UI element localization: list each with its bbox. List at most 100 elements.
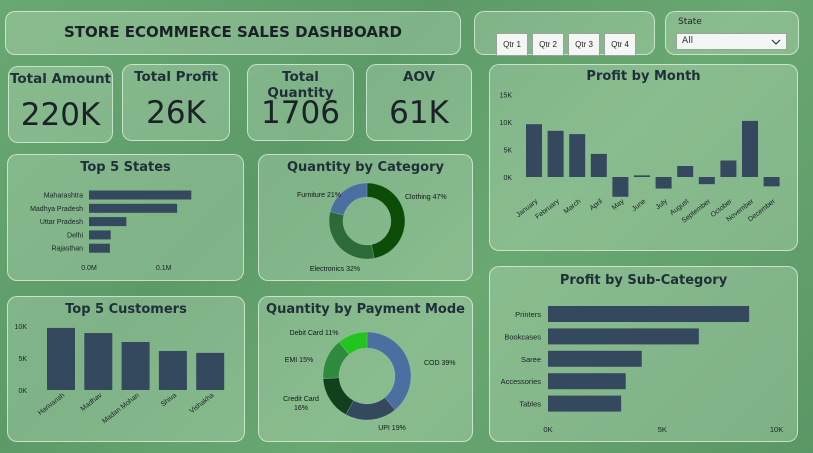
slice-label: Furniture 21%: [297, 192, 341, 199]
kpi-label: Total Amount: [9, 71, 112, 87]
y-tick-label: 5K: [18, 356, 27, 363]
slice-label: Electronics 32%: [310, 266, 360, 273]
slice-label: EMI 15%: [285, 357, 313, 364]
bar: [89, 217, 127, 227]
slice-label: COD 39%: [424, 360, 456, 367]
bar: [84, 333, 113, 390]
category-label: Maharashtra: [44, 193, 83, 200]
top-customers-chart: 0K 5K 10K Harivansh MadhavMadan Mohan Shiva Vi…: [15, 324, 225, 425]
category-label: Madhya Pradesh: [30, 206, 83, 213]
category-label: Harivansh: [37, 392, 66, 417]
y-tick-label: 15K: [500, 93, 513, 100]
state-dropdown[interactable]: All: [676, 33, 787, 50]
slice-label: Debit Card 11%: [290, 330, 339, 337]
month-label: April: [589, 198, 605, 212]
category-label: Printers: [515, 310, 541, 319]
donut-slice: [366, 331, 412, 411]
qtr1-button[interactable]: Qtr 1: [496, 33, 528, 56]
slice-label: Credit Card 16%: [283, 396, 319, 412]
qty-payment-chart: COD 39% UPI 19% Credit Card 16% EMI 15% Debit…: [283, 330, 456, 432]
category-label: Uttar Pradesh: [40, 219, 83, 226]
bar: [634, 175, 650, 177]
qty-category-chart: Clothing 47% Electronics 32% Furniture 21%: [297, 182, 447, 273]
category-label: Madan Mohan: [101, 392, 141, 425]
month-label: July: [655, 198, 670, 211]
qty-payment-card: Quantity by Payment Mode COD 39% UPI 19% C…: [258, 296, 473, 442]
bar: [677, 166, 694, 177]
state-label: State: [678, 17, 702, 27]
bar: [590, 153, 607, 177]
y-tick-label: 10K: [500, 120, 513, 127]
kpi-total-amount: Total Amount 220K: [8, 66, 113, 143]
dashboard-title: STORE ECOMMERCE SALES DASHBOARD: [64, 23, 402, 41]
bar: [698, 177, 715, 185]
month-label: February: [534, 198, 561, 221]
bar: [526, 124, 542, 177]
profit-month-card: Profit by Month 0K 5K 10K 15K January Februar…: [489, 64, 798, 251]
x-tick-label: 5K: [658, 425, 667, 434]
qtr3-button[interactable]: Qtr 3: [568, 33, 600, 56]
chevron-down-icon: [771, 39, 781, 45]
bar: [121, 342, 150, 390]
qtr4-button[interactable]: Qtr 4: [604, 33, 636, 56]
bar: [548, 373, 626, 390]
profit-month-chart: 0K5K10K15KJanuaryFebruary March April May Ju…: [500, 93, 780, 225]
slice-label: Clothing 47%: [405, 194, 447, 201]
x-tick-label: 0K: [543, 425, 552, 434]
qtr2-button[interactable]: Qtr 2: [532, 33, 564, 56]
qty-category-card: Quantity by Category Clothing 47% Electro…: [258, 154, 473, 281]
state-dropdown-value: All: [682, 36, 694, 46]
state-slicer: State All: [665, 11, 799, 55]
top-customers-card: Top 5 Customers 0K 5K 10K Harivansh Madhav Ma…: [7, 296, 245, 442]
bar: [720, 160, 737, 177]
quarter-slicer: Qtr 1 Qtr 2 Qtr 3 Qtr 4: [474, 11, 655, 56]
y-tick-label: 0K: [503, 175, 512, 182]
bar: [548, 328, 699, 345]
month-label: March: [563, 198, 583, 216]
donut-slice: [366, 182, 406, 259]
donut-slice: [329, 182, 368, 216]
title-card: STORE ECOMMERCE SALES DASHBOARD: [5, 11, 461, 55]
category-label: Vishakha: [189, 392, 216, 415]
bar: [47, 327, 75, 390]
bar: [548, 395, 622, 412]
donut-slice: [328, 211, 375, 260]
bar: [89, 190, 192, 200]
x-tick-label: 10K: [770, 425, 783, 434]
bar: [548, 350, 642, 367]
bar: [547, 130, 564, 177]
kpi-label: AOV: [402, 69, 435, 85]
category-label: Saree: [521, 355, 541, 364]
kpi-value: 220K: [20, 97, 101, 133]
bar: [89, 203, 178, 213]
category-label: Rajasthan: [51, 246, 83, 253]
kpi-value: 61K: [389, 95, 449, 131]
bar: [612, 177, 629, 197]
y-tick-label: 5K: [503, 148, 512, 155]
bar: [196, 352, 225, 390]
x-tick-label: 0.0M: [81, 265, 97, 272]
category-label: Madhav: [80, 392, 104, 413]
kpi-total-profit: Total Profit 26K: [122, 64, 230, 141]
month-label: May: [611, 198, 626, 212]
category-label: Delhi: [67, 232, 83, 239]
bar: [763, 177, 780, 187]
top-states-card: Top 5 States Maharashtra Madhya Pradesh Ut…: [7, 154, 244, 281]
bar: [569, 134, 586, 177]
bar: [158, 350, 187, 390]
bar: [89, 230, 111, 240]
top-states-chart: Maharashtra Madhya Pradesh Uttar Pradesh De…: [30, 190, 192, 272]
kpi-value: 26K: [146, 95, 206, 131]
y-tick-label: 10K: [15, 324, 28, 331]
y-tick-label: 0K: [18, 388, 27, 395]
kpi-total-quantity: Total Quantity 1706: [247, 64, 354, 141]
kpi-aov: AOV 61K: [366, 64, 472, 141]
bar: [548, 306, 750, 322]
bar: [742, 120, 758, 177]
kpi-value: 1706: [261, 95, 340, 131]
kpi-label: Total Profit: [134, 69, 218, 85]
bar: [89, 243, 110, 253]
slice-label: UPI 19%: [378, 425, 406, 432]
x-tick-label: 0.1M: [156, 265, 172, 272]
profit-subcategory-chart: Printers Bookcases Saree Accessories Tables 0…: [501, 306, 783, 434]
